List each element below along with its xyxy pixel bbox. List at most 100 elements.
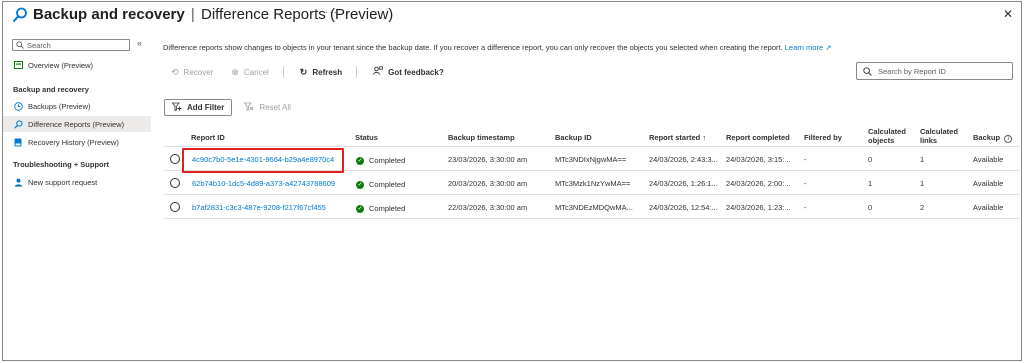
col-calc-objects-line2: objects — [868, 136, 895, 145]
col-calculated-links[interactable]: Calculated links — [920, 127, 958, 145]
col-filtered-by[interactable]: Filtered by — [804, 133, 842, 142]
success-check-icon: ✓ — [356, 204, 364, 213]
refresh-icon: ↻ — [299, 66, 308, 77]
sidebar-item-overview[interactable]: Overview (Preview) — [3, 57, 151, 73]
filtered-by-cell: - — [804, 179, 807, 188]
recover-button[interactable]: ⟲ Recover — [171, 67, 213, 78]
report-search-input[interactable]: Search by Report ID — [856, 62, 1013, 80]
col-calc-links-line2: links — [920, 136, 938, 145]
close-icon[interactable]: ✕ — [1003, 7, 1013, 21]
col-backup[interactable]: Backup i — [973, 133, 1013, 143]
sidebar-item-label: New support request — [28, 177, 98, 187]
add-filter-icon — [171, 102, 182, 113]
report-id-link[interactable]: 62b74b10-1dc5-4d89-a373-a42743788609 — [192, 179, 335, 188]
window-frame: Backup and recovery | Difference Reports… — [2, 1, 1022, 361]
description-text: Difference reports show changes to objec… — [163, 43, 783, 52]
sidebar-item-difference-reports[interactable]: Difference Reports (Preview) — [3, 116, 151, 132]
backup-timestamp-cell: 23/03/2026, 3:30:00 am — [448, 155, 528, 164]
search-placeholder: Search by Report ID — [878, 66, 946, 76]
row-select-radio[interactable] — [170, 154, 180, 164]
highlight-box — [182, 148, 344, 173]
add-filter-label: Add Filter — [187, 103, 225, 112]
sidebar-section-backup: Backup and recovery — [13, 85, 89, 94]
col-backup-timestamp[interactable]: Backup timestamp — [448, 133, 515, 142]
backup-cell: Available — [973, 155, 1004, 164]
reset-filter-icon — [244, 102, 254, 113]
command-bar: ⟲ Recover ⊗ Cancel ↻ Refresh Got feedbac… — [171, 65, 462, 79]
refresh-button[interactable]: ↻ Refresh — [300, 67, 342, 78]
status-label: Completed — [369, 156, 406, 165]
more-options-icon[interactable]: ··· — [325, 7, 338, 18]
toolbar-divider — [356, 66, 358, 78]
col-backup-label: Backup — [973, 133, 1001, 142]
clock-icon — [13, 101, 23, 111]
report-started-cell: 24/03/2026, 1:26:1... — [649, 179, 718, 188]
col-report-started[interactable]: Report started ↑ — [649, 133, 706, 142]
col-status[interactable]: Status — [355, 133, 378, 142]
refresh-label: Refresh — [312, 67, 343, 77]
filter-bar: Add Filter Reset All — [164, 99, 291, 116]
title-main: Backup and recovery — [33, 6, 185, 23]
recover-label: Recover — [183, 67, 214, 77]
filtered-by-cell: - — [804, 155, 807, 164]
calc-objects-cell: 0 — [868, 155, 873, 164]
col-backup-id[interactable]: Backup ID — [555, 133, 592, 142]
success-check-icon: ✓ — [356, 180, 364, 189]
row-select-radio[interactable] — [170, 178, 180, 188]
backup-id-cell: MTc3Mzk1NzYwMA== — [555, 179, 631, 188]
backup-id-cell: MTc3NDEzMDQwMA... — [555, 203, 633, 212]
col-report-completed[interactable]: Report completed — [726, 133, 790, 142]
report-started-cell: 24/03/2026, 12:54:... — [649, 203, 718, 212]
status-label: Completed — [369, 180, 406, 189]
sidebar-item-label: Backups (Preview) — [28, 101, 91, 111]
sidebar: Search « Overview (Preview) Backup and r… — [3, 34, 151, 354]
sidebar-search-input[interactable]: Search — [12, 39, 130, 51]
search-icon — [863, 66, 872, 76]
table-row[interactable]: 62b74b10-1dc5-4d89-a373-a42743788609 ✓ Co… — [164, 171, 1020, 195]
status-cell: ✓ Completed — [356, 179, 405, 189]
filtered-by-cell: - — [804, 203, 807, 212]
title-separator: | — [190, 6, 195, 23]
learn-more-link[interactable]: Learn more ↗ — [785, 43, 832, 52]
add-filter-button[interactable]: Add Filter — [164, 99, 233, 116]
calc-objects-cell: 0 — [868, 203, 873, 212]
table-header: Report ID Status Backup timestamp Backup… — [164, 125, 1020, 147]
calc-objects-cell: 1 — [868, 179, 873, 188]
sidebar-item-backups[interactable]: Backups (Preview) — [3, 98, 151, 114]
cancel-button[interactable]: ⊗ Cancel — [231, 67, 268, 78]
col-calc-links-line1: Calculated — [920, 127, 958, 136]
feedback-button[interactable]: Got feedback? — [373, 66, 444, 78]
search-report-icon — [12, 7, 27, 23]
table-row[interactable]: b7af2831-c3c3-487e-9208-f217f67cf455 ✓ Co… — [164, 195, 1020, 219]
row-select-radio[interactable] — [170, 202, 180, 212]
info-icon[interactable]: i — [1004, 135, 1013, 143]
report-completed-cell: 24/03/2026, 1:23:... — [726, 203, 791, 212]
backup-timestamp-cell: 22/03/2026, 3:30:00 am — [448, 203, 528, 212]
backup-id-cell: MTc3NDIxNjgwMA== — [555, 155, 627, 164]
calc-links-cell: 1 — [920, 179, 925, 188]
report-started-cell: 24/03/2026, 2:43:3... — [649, 155, 718, 164]
search-icon — [16, 41, 24, 49]
sidebar-item-new-support-request[interactable]: New support request — [3, 174, 151, 190]
collapse-sidebar-icon[interactable]: « — [137, 38, 142, 48]
status-cell: ✓ Completed — [356, 203, 405, 213]
col-report-id[interactable]: Report ID — [191, 133, 225, 142]
sidebar-item-label: Recovery History (Preview) — [28, 137, 119, 147]
sidebar-section-troubleshooting: Troubleshooting + Support — [13, 160, 110, 169]
recover-icon: ⟲ — [171, 66, 179, 77]
sidebar-item-label: Difference Reports (Preview) — [28, 119, 125, 129]
col-calculated-objects[interactable]: Calculated objects — [868, 127, 906, 145]
title-sub: Difference Reports (Preview) — [201, 6, 394, 23]
report-id-link[interactable]: b7af2831-c3c3-487e-9208-f217f67cf455 — [192, 203, 326, 212]
page-description: Difference reports show changes to objec… — [163, 43, 832, 52]
cancel-label: Cancel — [243, 67, 269, 77]
external-link-icon: ↗ — [825, 43, 832, 52]
overview-icon — [13, 60, 23, 70]
status-label: Completed — [369, 204, 406, 213]
toolbar-divider — [282, 66, 284, 78]
search-report-icon — [13, 119, 23, 129]
status-cell: ✓ Completed — [356, 155, 405, 165]
reset-all-button[interactable]: Reset All — [244, 102, 291, 113]
sidebar-item-recovery-history[interactable]: Recovery History (Preview) — [3, 134, 151, 150]
feedback-icon — [373, 66, 384, 78]
